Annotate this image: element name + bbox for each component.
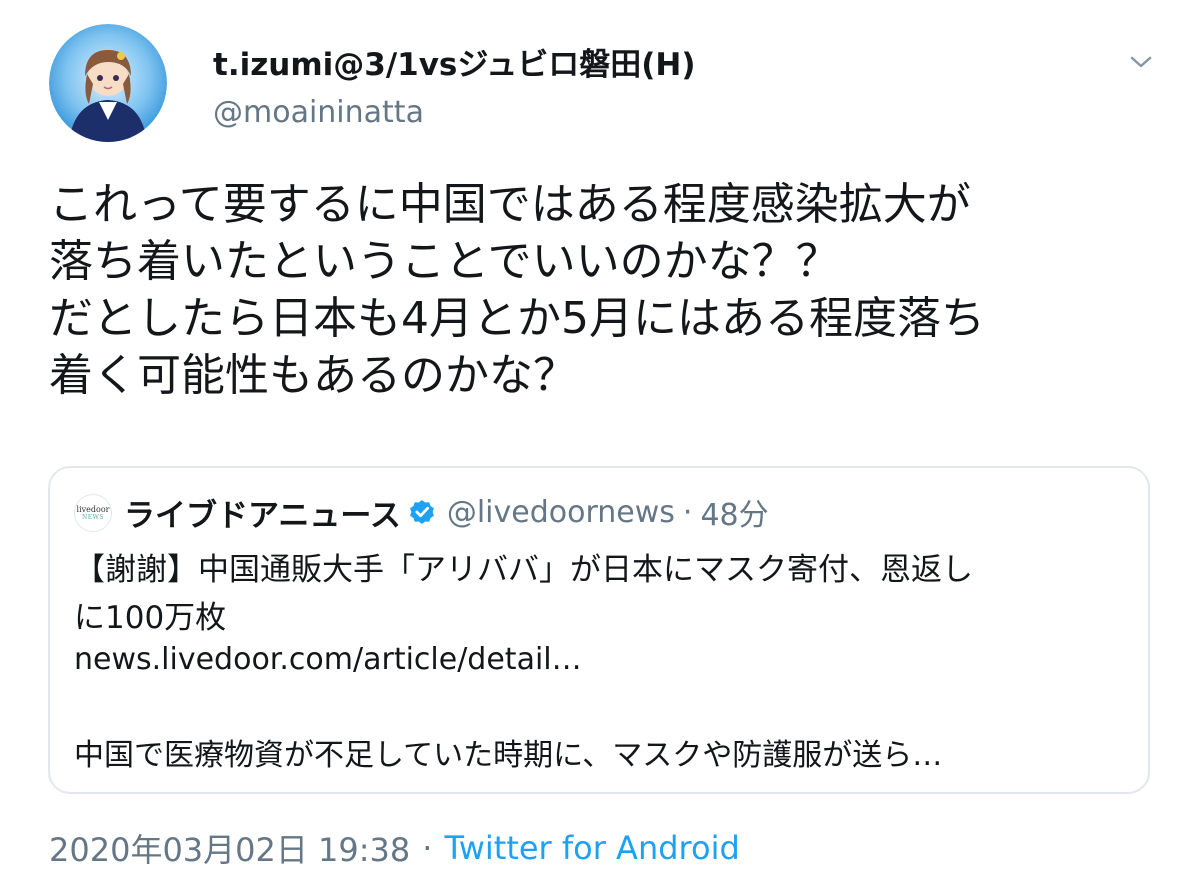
quoted-author-avatar: livedoor NEWS: [74, 494, 112, 532]
tweet-text: これって要するに中国ではある程度感染拡大が 落ち着いたということでいいのかな？？…: [49, 176, 1159, 404]
quoted-text-line: に100万枚: [74, 600, 227, 636]
separator-dot: ·: [422, 829, 433, 867]
tweet-text-line: だとしたら日本も4月とか5月にはある程度落ち: [49, 293, 985, 344]
tweet-timestamp[interactable]: 2020年03月02日 19:38: [49, 825, 410, 871]
anime-character-avatar-icon: [49, 24, 167, 142]
quoted-tweet-card[interactable]: livedoor NEWS ライブドアニュース @livedoornews · …: [48, 466, 1150, 794]
tweet-footer: 2020年03月02日 19:38 · Twitter for Android: [49, 825, 740, 871]
tweet-text-line: これって要するに中国ではある程度感染拡大が: [49, 179, 971, 230]
author-display-name[interactable]: t.izumi@3/1vsジュビロ磐田(H): [213, 39, 696, 84]
separator-dot: ·: [682, 494, 693, 530]
tweet-source-link[interactable]: Twitter for Android: [444, 829, 739, 867]
quoted-tweet-header: ライブドアニュース @livedoornews · 48分: [124, 490, 769, 534]
tweet-text-line: 落ち着いたということでいいのかな？？: [49, 236, 840, 287]
quoted-author-handle: @livedoornews: [446, 494, 675, 530]
author-handle[interactable]: @moaininatta: [213, 95, 424, 130]
avatar-logo-text: livedoor: [76, 505, 110, 514]
quoted-author-name: ライブドアニュース: [124, 497, 401, 534]
quoted-tweet-summary: 中国で医療物資が不足していた時期に、マスクや防護服が送ら…: [74, 738, 943, 773]
quoted-tweet-time: 48分: [700, 498, 769, 533]
quoted-text-line: 【謝謝】中国通販大手「アリババ」が日本にマスク寄付、恩返し: [74, 552, 973, 588]
avatar-logo-subtext: NEWS: [82, 514, 104, 521]
quoted-tweet-text: 【謝謝】中国通販大手「アリババ」が日本にマスク寄付、恩返し に100万枚: [74, 546, 1134, 642]
chevron-down-icon[interactable]: [1126, 50, 1156, 74]
tweet-text-line: 着く可能性もあるのかな？: [49, 350, 577, 401]
verified-badge-icon: [409, 500, 434, 524]
avatar[interactable]: [49, 24, 167, 142]
quoted-tweet-link[interactable]: news.livedoor.com/article/detail…: [74, 642, 582, 677]
